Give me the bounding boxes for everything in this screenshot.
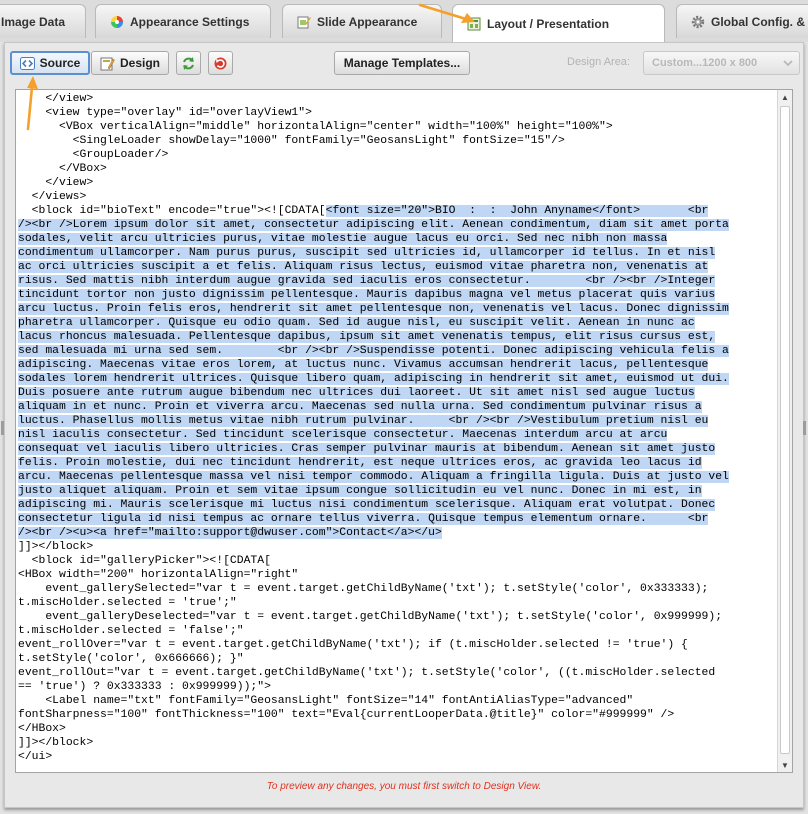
source-code-icon xyxy=(19,56,35,70)
source-view-label: Source xyxy=(39,56,81,70)
source-editor[interactable]: </view> <view type="overlay" id="overlay… xyxy=(15,89,793,773)
tab-label: Appearance Settings xyxy=(130,14,250,29)
design-area-select[interactable]: Custom...1200 x 800 xyxy=(643,51,800,75)
tab-label: Global Config. & xyxy=(711,14,805,29)
right-resize-handle[interactable] xyxy=(803,421,806,435)
chevron-down-icon xyxy=(783,60,793,67)
scroll-up-icon[interactable]: ▲ xyxy=(778,90,792,104)
refresh-icon xyxy=(183,56,194,70)
left-resize-handle[interactable] xyxy=(1,421,4,435)
code-after-selection: ]]></block> <block id="galleryPicker"><!… xyxy=(18,541,723,763)
scroll-down-icon[interactable]: ▼ xyxy=(778,758,792,772)
color-wheel-icon xyxy=(111,15,123,28)
design-area-value: Custom...1200 x 800 xyxy=(652,57,758,69)
slide-edit-icon xyxy=(297,16,311,28)
tab-bar: Image Data Appearance Settings Slide App… xyxy=(0,0,808,42)
layout-panel: Source Design Manage Templates... Design… xyxy=(1,42,806,808)
source-code-text[interactable]: </view> <view type="overlay" id="overlay… xyxy=(18,92,776,770)
code-selected-text: <font size="20">BIO : : John Anyname</fo… xyxy=(18,205,729,539)
design-pencil-icon xyxy=(100,57,115,70)
tab-image-data[interactable]: Image Data xyxy=(0,4,86,38)
gear-icon xyxy=(691,15,705,28)
tab-label: Layout / Presentation xyxy=(487,16,610,31)
tab-slide-appearance[interactable]: Slide Appearance xyxy=(282,4,442,38)
tab-global-config[interactable]: Global Config. & xyxy=(676,4,808,38)
editor-toolbar: Source Design Manage Templates... Design… xyxy=(5,43,803,83)
layout-grid-icon xyxy=(467,17,481,30)
manage-templates-button[interactable]: Manage Templates... xyxy=(334,51,470,75)
preview-notice: To preview any changes, you must first s… xyxy=(266,781,542,792)
editor-scrollbar[interactable]: ▲ ▼ xyxy=(777,90,792,772)
design-area-label: Design Area: xyxy=(567,56,630,68)
manage-templates-label: Manage Templates... xyxy=(343,56,461,70)
revert-button[interactable] xyxy=(208,51,233,75)
scrollbar-thumb[interactable] xyxy=(780,106,790,754)
tab-appearance-settings[interactable]: Appearance Settings xyxy=(95,4,271,38)
design-view-label: Design xyxy=(119,56,160,70)
design-view-button[interactable]: Design xyxy=(91,51,169,75)
revert-icon xyxy=(214,57,227,69)
source-view-button[interactable]: Source xyxy=(10,51,90,75)
tab-label: Slide Appearance xyxy=(317,14,418,29)
tab-layout-presentation[interactable]: Layout / Presentation xyxy=(452,4,665,42)
tab-label: Image Data xyxy=(1,14,66,29)
refresh-button[interactable] xyxy=(176,51,201,75)
code-before-selection: </view> <view type="overlay" id="overlay… xyxy=(31,93,613,217)
